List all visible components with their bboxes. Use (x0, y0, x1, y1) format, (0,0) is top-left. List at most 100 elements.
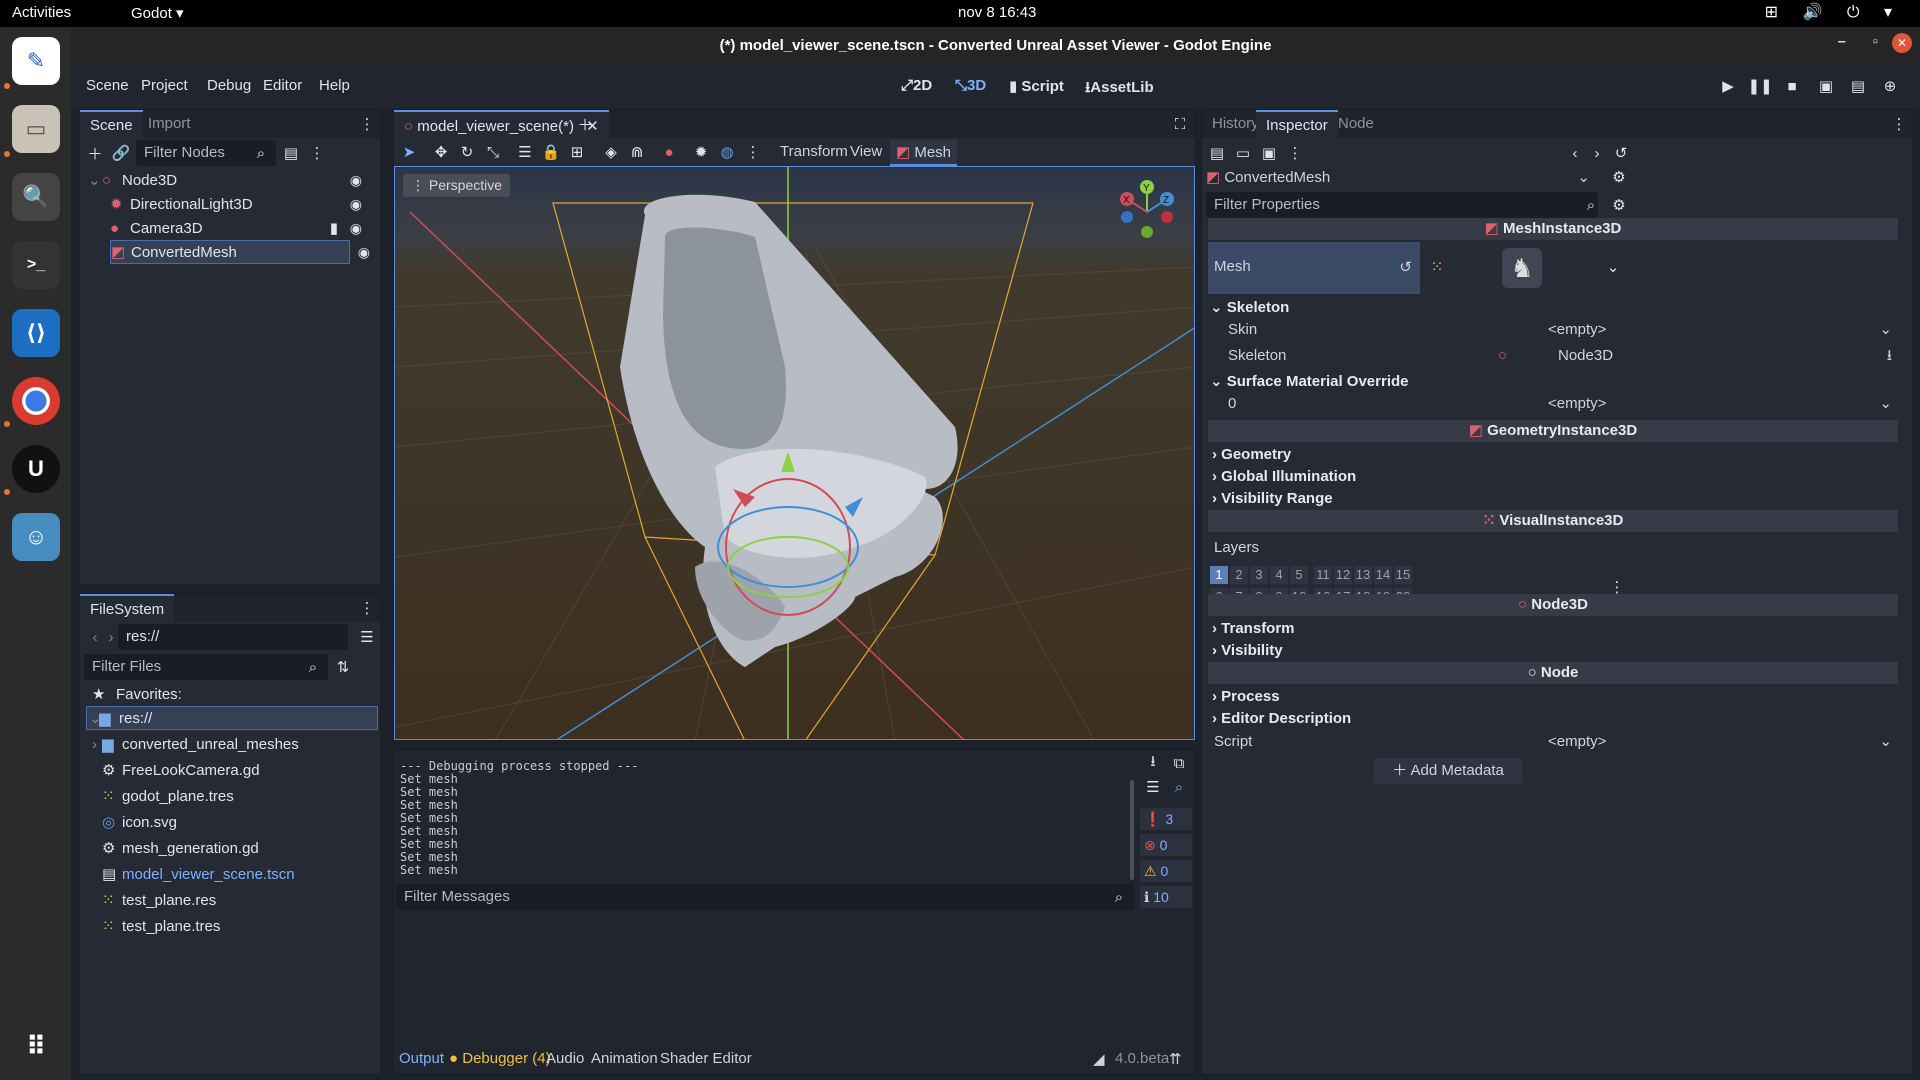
path-field[interactable]: res:// (118, 624, 348, 650)
layer-cell[interactable]: 3 (1250, 566, 1268, 584)
file-item[interactable]: ⁙ godot_plane.tres (102, 784, 234, 808)
tree-item-convertedmesh[interactable]: ◩ ConvertedMesh (110, 240, 350, 264)
system-tray[interactable]: ⊞ 🔊 ⏻ ▾ (1765, 2, 1902, 22)
godot-icon[interactable]: ☺ (12, 513, 60, 561)
instance-scene-icon[interactable]: 🔗 (110, 142, 132, 164)
unreal-engine-icon[interactable]: U (12, 445, 60, 493)
more-icon[interactable]: ⋮ (742, 141, 764, 163)
group-surface-material-override[interactable]: ⌄ Surface Material Override (1210, 372, 1409, 390)
filter-properties-input[interactable]: Filter Properties (1206, 192, 1598, 218)
tab-filesystem[interactable]: FileSystem (80, 594, 175, 622)
file-item[interactable]: ⚙ FreeLookCamera.gd (102, 758, 260, 782)
layer-cell[interactable]: 11 (1314, 566, 1332, 584)
copy-icon[interactable]: ⧉ (1168, 752, 1190, 774)
tab-import[interactable]: Import (138, 110, 201, 138)
revert-icon[interactable]: ↺ (1399, 258, 1412, 276)
menu-project[interactable]: Project (141, 77, 188, 94)
group-skeleton[interactable]: ⌄ Skeleton (1210, 298, 1289, 316)
visibility-eye-icon[interactable]: ◉ (358, 244, 370, 261)
dock-menu-icon[interactable]: ⋮ (356, 597, 378, 619)
sun-icon[interactable]: ✹ (690, 141, 712, 163)
clock[interactable]: nov 8 16:43 (958, 4, 1036, 21)
menu-debug[interactable]: Debug (207, 77, 251, 94)
pin-icon[interactable]: ⭳ (1887, 344, 1892, 368)
output-log[interactable]: --- Debugging process stopped --- Set me… (400, 760, 1124, 880)
restore-button[interactable]: ▫ (1873, 33, 1878, 50)
minimize-button[interactable]: – (1838, 33, 1846, 50)
app-menu[interactable]: Godot ▾ (131, 4, 184, 22)
group-transform[interactable]: › Transform (1212, 620, 1295, 637)
filter-settings-icon[interactable]: ⚙ (1608, 194, 1630, 216)
scale-tool-icon[interactable]: ⤡ (482, 141, 504, 163)
warning-count-button[interactable]: ⚠ 0 (1140, 860, 1192, 882)
select-tool-icon[interactable]: ➤ (398, 141, 420, 163)
layer-cell[interactable]: 2 (1230, 566, 1248, 584)
visibility-eye-icon[interactable]: ◉ (350, 172, 362, 189)
dock-menu-icon[interactable]: ⋮ (356, 113, 378, 135)
tab-animation[interactable]: Animation (591, 1050, 658, 1067)
file-item[interactable]: ◎ icon.svg (102, 810, 177, 834)
expand-panel-icon[interactable]: ⇈ (1169, 1050, 1182, 1068)
skin-property[interactable]: Skin <empty> ⌄ (1208, 318, 1898, 342)
mode-2d-button[interactable]: ⤢2D (901, 77, 932, 94)
tab-shader-editor[interactable]: Shader Editor (660, 1050, 752, 1067)
message-count-button[interactable]: ❗ 3 (1140, 808, 1192, 830)
file-item[interactable]: › ▆ converted_unreal_meshes (92, 732, 299, 756)
file-item[interactable]: ⁙ test_plane.tres (102, 914, 220, 938)
section-visualinstance3d[interactable]: ⁙ VisualInstance3D (1208, 510, 1898, 532)
group-editor-description[interactable]: › Editor Description (1212, 710, 1351, 727)
skeleton-property[interactable]: Skeleton ○ Node3D ⭳ (1208, 344, 1898, 368)
menu-view[interactable]: View (850, 143, 882, 160)
back-icon[interactable]: ‹ (1564, 142, 1586, 164)
fullscreen-icon[interactable]: ⛶ (1169, 113, 1191, 135)
mode-script-button[interactable]: ▮ Script (1009, 77, 1064, 95)
chevron-down-icon[interactable]: ⌄ (1602, 256, 1624, 278)
pause-icon[interactable]: ❚❚ (1747, 75, 1772, 97)
tab-node[interactable]: Node (1328, 110, 1384, 138)
file-item[interactable]: ⚙ mesh_generation.gd (102, 836, 259, 860)
snap-icon[interactable]: ⋒ (626, 141, 648, 163)
favorites-row[interactable]: ★ Favorites: (92, 682, 182, 706)
search-icon[interactable]: 🔍 (12, 173, 60, 221)
layer-cell[interactable]: 13 (1354, 566, 1372, 584)
list-view-icon[interactable]: ☰ (356, 626, 378, 648)
vscode-icon[interactable]: ⟨⟩ (12, 309, 60, 357)
search-icon[interactable]: ⌕ (1168, 776, 1190, 798)
layer-cell[interactable]: 1 (1210, 566, 1228, 584)
rotate-tool-icon[interactable]: ↻ (456, 141, 478, 163)
play-scene-icon[interactable]: ▣ (1815, 75, 1837, 97)
group-icon[interactable]: ⊞ (566, 141, 588, 163)
filter-files-input[interactable]: Filter Files (84, 654, 328, 680)
more-icon[interactable]: ⋮ (1284, 142, 1306, 164)
visibility-eye-icon[interactable]: ◉ (350, 220, 362, 237)
add-metadata-button[interactable]: ＋ Add Metadata (1374, 758, 1522, 784)
mesh-property[interactable]: Mesh ↺ (1208, 242, 1420, 294)
play-custom-icon[interactable]: ▤ (1847, 75, 1869, 97)
script-property[interactable]: Script <empty> ⌄ (1208, 730, 1898, 754)
activities-button[interactable]: Activities (12, 4, 71, 21)
section-meshinstance3d[interactable]: ◩ MeshInstance3D (1208, 218, 1898, 240)
stop-icon[interactable]: ■ (1781, 75, 1803, 97)
menu-help[interactable]: Help (319, 77, 350, 94)
attach-script-icon[interactable]: ▤ (280, 142, 302, 164)
3d-viewport[interactable]: ⋮ Perspective Y X Z (394, 166, 1195, 740)
lock-icon[interactable]: 🔒 (540, 141, 562, 163)
save-icon[interactable]: ▣ (1258, 142, 1280, 164)
group-geometry[interactable]: › Geometry (1212, 446, 1291, 463)
section-node3d[interactable]: ○ Node3D (1208, 594, 1898, 616)
layer-cell[interactable]: 4 (1270, 566, 1288, 584)
error-count-button[interactable]: ⊗ 0 (1140, 834, 1192, 856)
tab-scene[interactable]: Scene (80, 110, 143, 138)
layer-cell[interactable]: 5 (1290, 566, 1308, 584)
local-space-icon[interactable]: ◈ (600, 141, 622, 163)
list-select-icon[interactable]: ☰ (514, 141, 536, 163)
dock-menu-icon[interactable]: ⋮ (1888, 113, 1910, 135)
tab-debugger[interactable]: ● Debugger (4) (449, 1050, 551, 1067)
layer-cell[interactable]: 14 (1374, 566, 1392, 584)
tab-inspector[interactable]: Inspector (1256, 110, 1338, 138)
group-visibility[interactable]: › Visibility (1212, 642, 1283, 659)
mode-3d-button[interactable]: ⤡3D (955, 77, 986, 94)
layer-cell[interactable]: 15 (1394, 566, 1412, 584)
tab-output[interactable]: Output (399, 1050, 444, 1067)
close-button[interactable]: ✕ (1892, 33, 1912, 53)
